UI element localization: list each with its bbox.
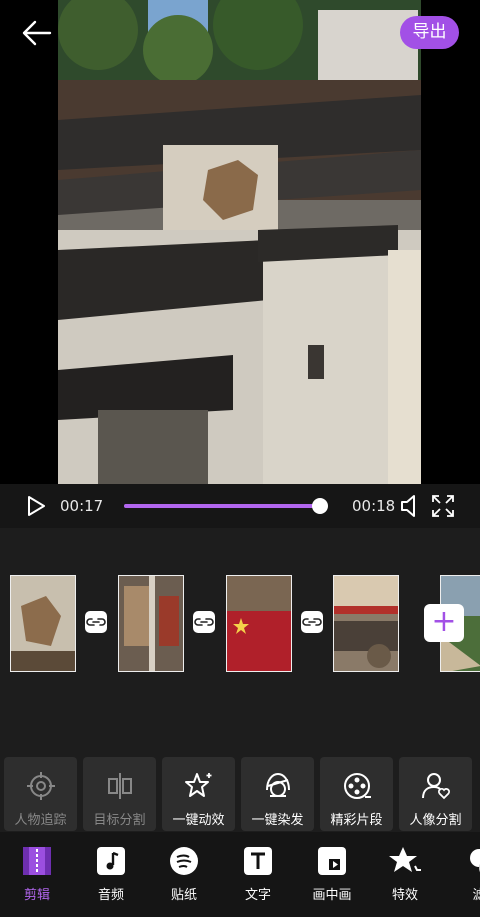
speaker-icon xyxy=(401,495,415,517)
tool-label: 人物追踪 xyxy=(14,813,67,828)
text-icon xyxy=(244,847,272,875)
nav-item-filter[interactable]: 滤 xyxy=(444,832,480,917)
fullscreen-button[interactable] xyxy=(430,493,456,519)
nav-label: 画中画 xyxy=(312,888,352,903)
tool-person-tracking[interactable]: 人物追踪 xyxy=(4,757,77,831)
timeline-clip[interactable] xyxy=(10,575,76,672)
nav-label: 音频 xyxy=(97,888,124,903)
person-heart-icon xyxy=(422,773,450,800)
film-reel-icon xyxy=(344,773,371,799)
current-time: 00:17 xyxy=(60,497,104,515)
link-clips-button[interactable] xyxy=(85,611,107,633)
volume-button[interactable] xyxy=(398,493,424,519)
clip-edit-icon xyxy=(23,847,51,875)
timeline-clip[interactable] xyxy=(226,575,292,672)
tool-label: 一键动效 xyxy=(172,813,225,828)
plus-icon: + xyxy=(431,604,457,639)
export-button[interactable]: 导出 xyxy=(400,16,459,49)
tool-label: 精彩片段 xyxy=(330,813,383,828)
split-icon xyxy=(108,773,132,799)
effects-star-icon xyxy=(389,847,421,872)
back-button[interactable] xyxy=(16,14,58,52)
nav-item-text[interactable]: 文字 xyxy=(223,832,293,917)
picture-in-picture-icon xyxy=(318,847,346,875)
target-icon xyxy=(27,772,55,800)
tool-highlights[interactable]: 精彩片段 xyxy=(320,757,393,831)
tool-portrait-segmentation[interactable]: 人像分割 xyxy=(399,757,472,831)
progress-knob[interactable] xyxy=(312,498,329,514)
timeline-clip[interactable] xyxy=(333,575,399,672)
fullscreen-icon xyxy=(432,495,454,517)
tool-target-segmentation[interactable]: 目标分割 xyxy=(83,757,156,831)
play-button[interactable] xyxy=(24,494,48,518)
progress-slider[interactable] xyxy=(124,498,329,514)
nav-label: 剪辑 xyxy=(23,888,50,903)
playback-bar: 00:17 00:18 xyxy=(0,484,480,528)
add-clip-button[interactable]: + xyxy=(424,604,464,642)
hair-dye-icon xyxy=(266,772,290,797)
nav-label: 贴纸 xyxy=(170,888,197,903)
tool-one-click-hair-dye[interactable]: 一键染发 xyxy=(241,757,314,831)
tool-label: 目标分割 xyxy=(93,813,146,828)
bottom-nav: 剪辑 音频 贴纸 文字 画中画 特效 滤 xyxy=(0,832,480,917)
progress-fill xyxy=(124,504,321,508)
music-note-icon xyxy=(97,847,125,875)
nav-item-audio[interactable]: 音频 xyxy=(76,832,146,917)
nav-label: 文字 xyxy=(244,888,271,903)
link-icon xyxy=(86,618,106,626)
nav-label: 特效 xyxy=(391,888,418,903)
timeline: + xyxy=(0,528,480,752)
preview-image xyxy=(58,0,421,484)
nav-item-sticker[interactable]: 贴纸 xyxy=(149,832,219,917)
tool-one-click-motion[interactable]: 一键动效 xyxy=(162,757,235,831)
tool-label: 人像分割 xyxy=(409,813,462,828)
tool-label: 一键染发 xyxy=(251,813,304,828)
video-preview: 导出 xyxy=(0,0,480,484)
link-clips-button[interactable] xyxy=(301,611,323,633)
play-icon xyxy=(28,496,45,516)
sticker-icon xyxy=(170,847,198,875)
link-clips-button[interactable] xyxy=(193,611,215,633)
nav-item-edit[interactable]: 剪辑 xyxy=(2,832,72,917)
back-arrow-icon xyxy=(22,20,52,46)
nav-item-effects[interactable]: 特效 xyxy=(370,832,440,917)
total-time: 00:18 xyxy=(352,497,396,515)
filter-icon xyxy=(470,849,480,873)
sparkle-star-icon xyxy=(185,773,212,797)
nav-label: 滤 xyxy=(472,888,480,903)
tool-row: 人物追踪 目标分割 一键动效 一键染发 精彩片段 人像分割 xyxy=(0,752,480,832)
timeline-clip[interactable] xyxy=(118,575,184,672)
nav-item-pip[interactable]: 画中画 xyxy=(297,832,367,917)
link-icon xyxy=(194,618,214,626)
link-icon xyxy=(302,618,322,626)
